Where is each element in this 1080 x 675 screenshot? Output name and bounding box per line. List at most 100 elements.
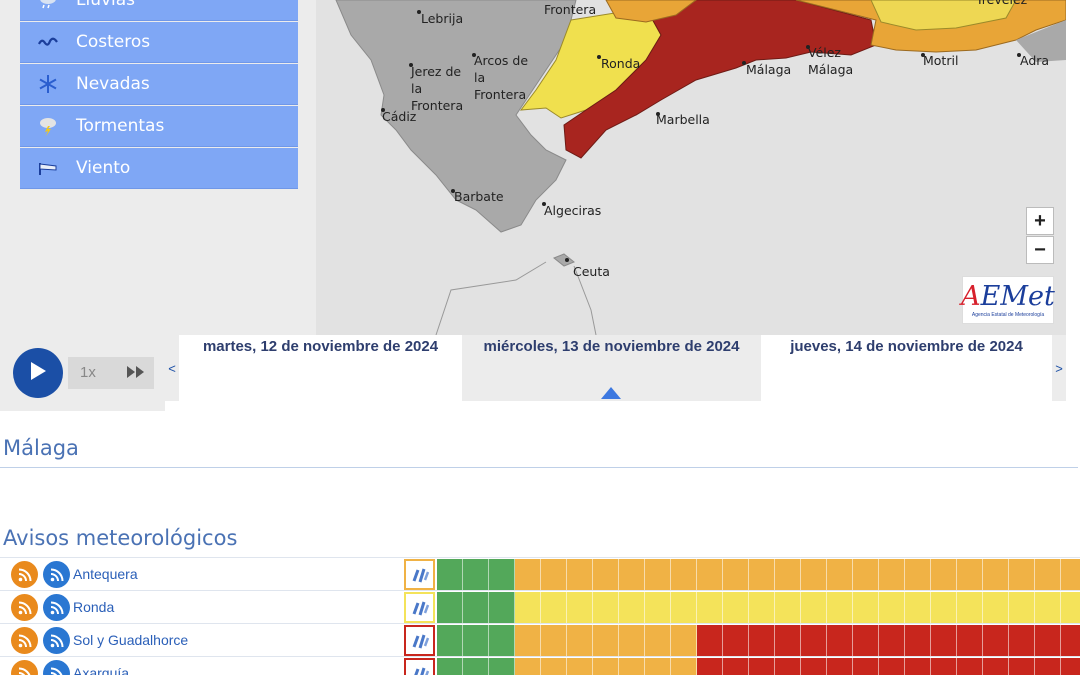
warning-hour-cell[interactable]	[489, 592, 515, 624]
warning-hour-cell[interactable]	[1009, 625, 1035, 657]
warning-hour-cell[interactable]	[749, 625, 775, 657]
warning-hour-cell[interactable]	[1009, 559, 1035, 591]
warning-hour-cell[interactable]	[957, 592, 983, 624]
warning-hour-cell[interactable]	[645, 592, 671, 624]
warning-hour-cell[interactable]	[645, 625, 671, 657]
warning-hour-cell[interactable]	[697, 592, 723, 624]
menu-item-lluvias[interactable]: Lluvias	[20, 0, 298, 21]
warning-hour-cell[interactable]	[931, 625, 957, 657]
warning-hour-cell[interactable]	[801, 625, 827, 657]
warning-hour-cell[interactable]	[671, 658, 697, 675]
warning-hour-cell[interactable]	[489, 625, 515, 657]
warning-hour-cell[interactable]	[1035, 658, 1061, 675]
warning-hour-cell[interactable]	[697, 559, 723, 591]
warning-hour-cell[interactable]	[1061, 592, 1080, 624]
warning-hour-cell[interactable]	[437, 592, 463, 624]
warning-map[interactable]: Lebrija Frontera Arcos de la Frontera Je…	[316, 0, 1066, 335]
rss-feed-icon[interactable]	[43, 627, 70, 654]
warning-hour-cell[interactable]	[489, 559, 515, 591]
warning-hour-cell[interactable]	[905, 658, 931, 675]
warning-hour-cell[interactable]	[905, 625, 931, 657]
rain-warning-icon[interactable]	[404, 625, 435, 656]
warning-hour-cell[interactable]	[1035, 592, 1061, 624]
warning-hour-cell[interactable]	[853, 559, 879, 591]
warning-hour-cell[interactable]	[1061, 625, 1080, 657]
warning-hour-cell[interactable]	[853, 658, 879, 675]
warning-hour-cell[interactable]	[723, 559, 749, 591]
warning-hour-cell[interactable]	[567, 559, 593, 591]
rss-feed-icon[interactable]	[43, 594, 70, 621]
warning-hour-cell[interactable]	[1009, 592, 1035, 624]
warning-hour-cell[interactable]	[723, 658, 749, 675]
rss-feed-icon[interactable]	[11, 660, 38, 675]
warning-hour-cell[interactable]	[827, 559, 853, 591]
rss-feed-icon[interactable]	[11, 561, 38, 588]
warning-hour-cell[interactable]	[723, 592, 749, 624]
warning-hour-cell[interactable]	[697, 658, 723, 675]
warning-hour-cell[interactable]	[619, 625, 645, 657]
warning-hour-cell[interactable]	[671, 625, 697, 657]
rain-warning-icon[interactable]	[404, 592, 435, 623]
warning-hour-cell[interactable]	[983, 592, 1009, 624]
warning-hour-cell[interactable]	[957, 658, 983, 675]
warning-hour-cell[interactable]	[671, 592, 697, 624]
warning-hour-cell[interactable]	[593, 658, 619, 675]
warning-hour-cell[interactable]	[957, 625, 983, 657]
rss-feed-icon[interactable]	[43, 660, 70, 675]
warning-hour-cell[interactable]	[879, 592, 905, 624]
zone-link[interactable]: Sol y Guadalhorce	[73, 632, 188, 648]
warning-hour-cell[interactable]	[671, 559, 697, 591]
warning-hour-cell[interactable]	[879, 658, 905, 675]
warning-hour-cell[interactable]	[931, 592, 957, 624]
warning-hour-cell[interactable]	[749, 559, 775, 591]
warning-hour-cell[interactable]	[593, 625, 619, 657]
rain-warning-icon[interactable]	[404, 658, 435, 675]
zone-link[interactable]: Axarquía	[73, 665, 129, 675]
warning-hour-cell[interactable]	[775, 658, 801, 675]
warning-hour-cell[interactable]	[515, 559, 541, 591]
warning-hour-cell[interactable]	[853, 592, 879, 624]
warning-hour-cell[interactable]	[827, 658, 853, 675]
warning-hour-cell[interactable]	[567, 658, 593, 675]
warning-hour-cell[interactable]	[931, 658, 957, 675]
warning-hour-cell[interactable]	[1061, 658, 1080, 675]
warning-hour-cell[interactable]	[593, 559, 619, 591]
rss-feed-icon[interactable]	[11, 627, 38, 654]
warning-hour-cell[interactable]	[879, 625, 905, 657]
warning-hour-cell[interactable]	[905, 592, 931, 624]
warning-hour-cell[interactable]	[515, 625, 541, 657]
warning-hour-cell[interactable]	[957, 559, 983, 591]
warning-hour-cell[interactable]	[541, 625, 567, 657]
warning-hour-cell[interactable]	[463, 658, 489, 675]
warning-hour-cell[interactable]	[1035, 559, 1061, 591]
warning-hour-cell[interactable]	[541, 658, 567, 675]
menu-item-nevadas[interactable]: Nevadas	[20, 64, 298, 105]
zone-link[interactable]: Ronda	[73, 599, 114, 615]
day-tab-12[interactable]: martes, 12 de noviembre de 2024	[179, 335, 462, 401]
menu-item-tormentas[interactable]: Tormentas	[20, 106, 298, 147]
warning-hour-cell[interactable]	[879, 559, 905, 591]
warning-hour-cell[interactable]	[437, 625, 463, 657]
warning-hour-cell[interactable]	[801, 658, 827, 675]
warning-hour-cell[interactable]	[541, 559, 567, 591]
warning-hour-cell[interactable]	[853, 625, 879, 657]
warning-hour-cell[interactable]	[515, 592, 541, 624]
warning-hour-cell[interactable]	[645, 658, 671, 675]
warning-hour-cell[interactable]	[515, 658, 541, 675]
warning-hour-cell[interactable]	[697, 625, 723, 657]
warning-hour-cell[interactable]	[983, 625, 1009, 657]
rss-feed-icon[interactable]	[11, 594, 38, 621]
warning-hour-cell[interactable]	[749, 658, 775, 675]
warning-hour-cell[interactable]	[437, 658, 463, 675]
play-button[interactable]	[13, 348, 63, 398]
menu-item-costeros[interactable]: Costeros	[20, 22, 298, 63]
warning-hour-cell[interactable]	[827, 625, 853, 657]
rain-warning-icon[interactable]	[404, 559, 435, 590]
warning-hour-cell[interactable]	[619, 658, 645, 675]
warning-hour-cell[interactable]	[593, 592, 619, 624]
warning-hour-cell[interactable]	[827, 592, 853, 624]
timeline-next-button[interactable]: >	[1052, 335, 1066, 401]
fast-forward-icon[interactable]	[126, 365, 146, 384]
warning-hour-cell[interactable]	[489, 658, 515, 675]
warning-hour-cell[interactable]	[463, 559, 489, 591]
